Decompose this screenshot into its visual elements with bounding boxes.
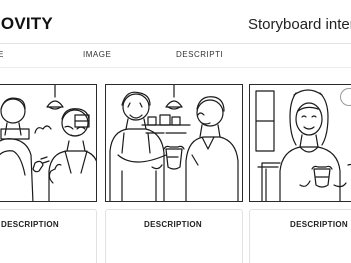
description-card-2[interactable]: DESCRIPTION: [105, 209, 243, 263]
brand-logo-text: IOVITY: [0, 14, 53, 33]
page-title: Storyboard inter: [248, 16, 351, 33]
storyboard-frame-1[interactable]: [0, 84, 97, 202]
column-header-image[interactable]: IMAGE: [83, 50, 111, 59]
description-card-1[interactable]: DESCRIPTION: [0, 209, 97, 263]
storyboard-frame-2[interactable]: [105, 84, 243, 202]
description-label: DESCRIPTION: [290, 220, 348, 229]
storyboard-frame-3[interactable]: [249, 84, 351, 202]
column-header-scene[interactable]: E: [0, 50, 4, 59]
column-headers: E IMAGE DESCRIPTI: [0, 44, 351, 68]
top-bar: IOVITY Storyboard inter: [0, 0, 351, 44]
column-header-description[interactable]: DESCRIPTI: [176, 50, 223, 59]
description-label: DESCRIPTION: [1, 220, 59, 229]
description-label: DESCRIPTION: [144, 220, 202, 229]
scene-illustration-3: [255, 89, 351, 201]
circle-button-icon[interactable]: [340, 88, 351, 106]
scene-illustration-1: [0, 85, 96, 201]
description-card-3[interactable]: DESCRIPTION: [249, 209, 351, 263]
scene-illustration-2: [109, 85, 239, 201]
